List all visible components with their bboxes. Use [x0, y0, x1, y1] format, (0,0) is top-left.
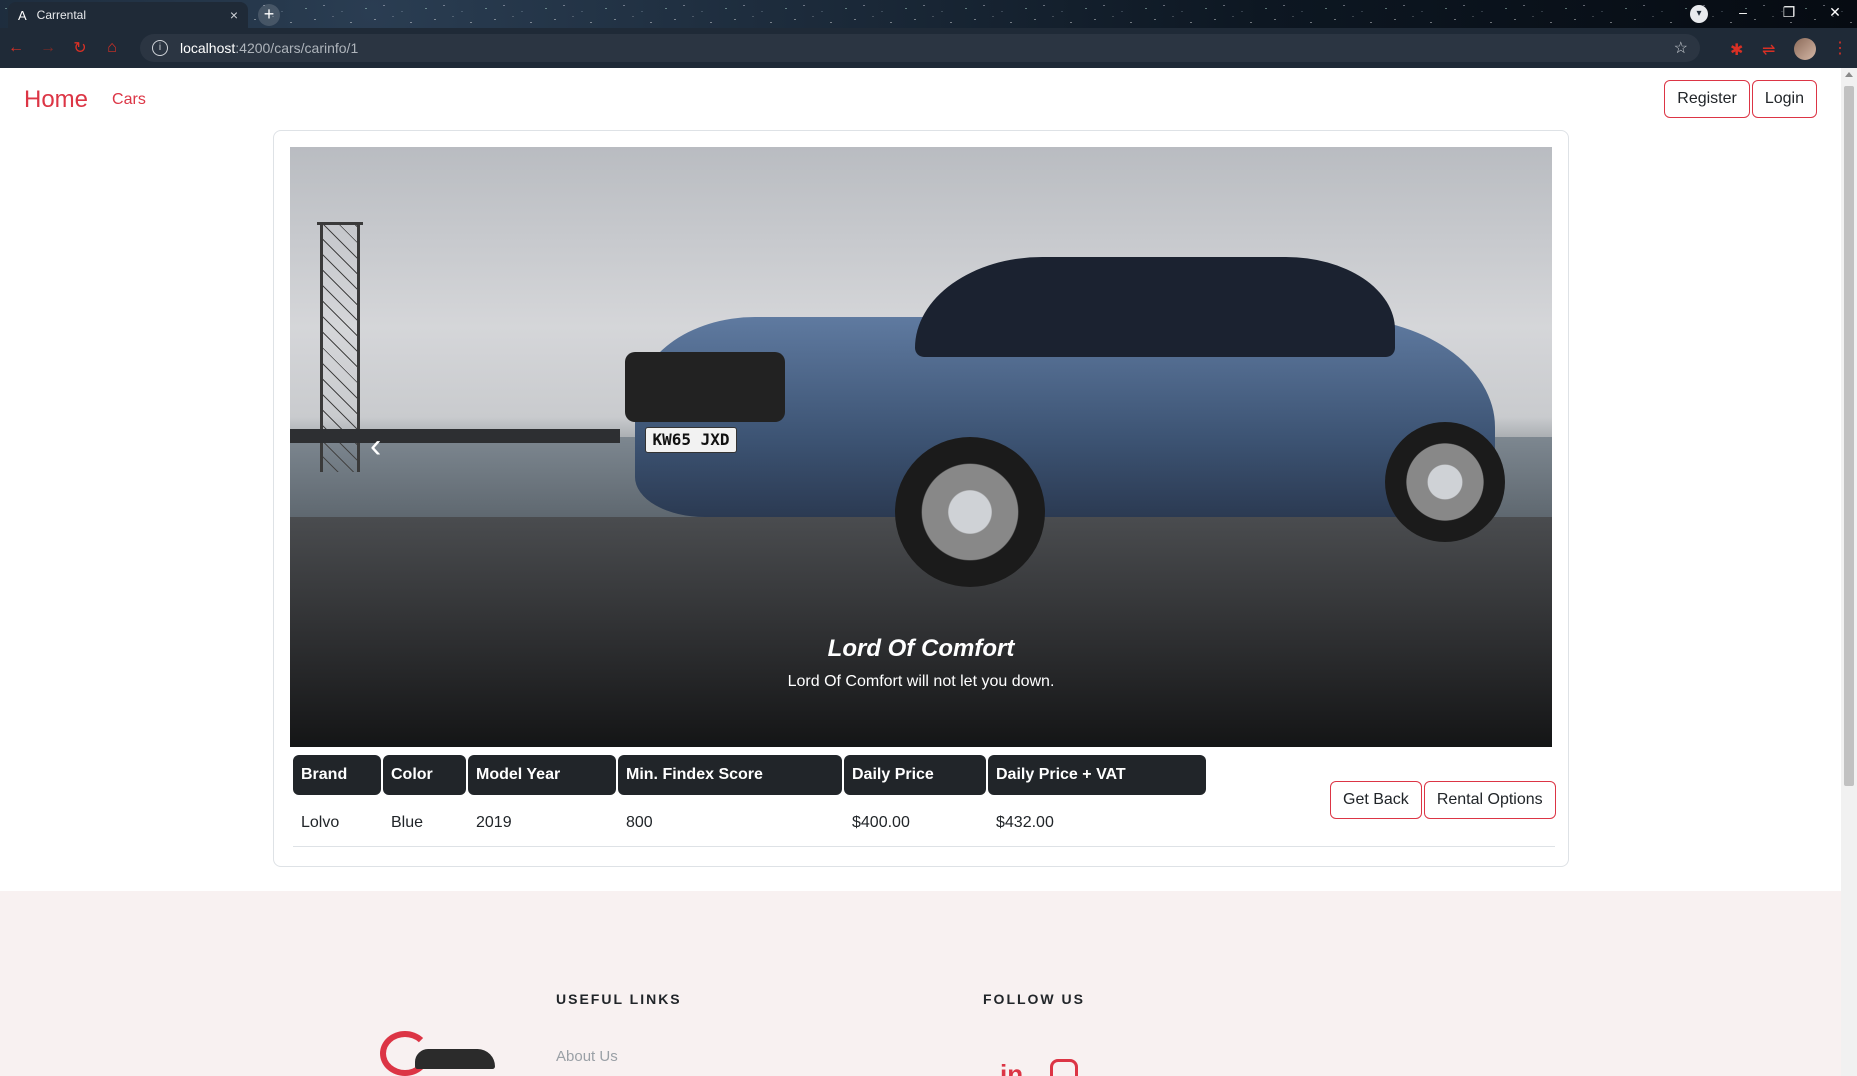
cell-daily-price-vat: $432.00	[996, 813, 1054, 831]
tab-close-icon[interactable]: ×	[230, 7, 238, 23]
home-icon[interactable]: ⌂	[96, 39, 128, 57]
header-min-findex-score: Min. Findex Score	[618, 755, 842, 795]
cell-daily-price: $400.00	[852, 813, 910, 831]
extension-translate-icon[interactable]: ⇌	[1762, 40, 1775, 60]
linkedin-icon[interactable]: in	[1000, 1059, 1023, 1076]
car-rear-wheel	[1385, 422, 1505, 542]
back-icon[interactable]: ←	[0, 39, 32, 57]
new-tab-button[interactable]: +	[258, 4, 280, 26]
page-scrollbar[interactable]	[1841, 68, 1857, 1076]
tab-title: Carrental	[36, 8, 87, 22]
browser-tab[interactable]: A Carrental ×	[8, 2, 248, 28]
profile-avatar[interactable]	[1794, 38, 1816, 60]
car-image: KW65 JXD	[615, 257, 1515, 587]
header-daily-price-vat: Daily Price + VAT	[988, 755, 1206, 795]
address-bar[interactable]: i localhost:4200/cars/carinfo/1 ☆	[140, 34, 1700, 62]
card-actions: Get Back Rental Options	[1330, 781, 1556, 819]
car-grille	[625, 352, 785, 422]
register-button[interactable]: Register	[1664, 80, 1750, 118]
caption-text: Lord Of Comfort will not let you down.	[787, 673, 1055, 690]
restore-icon[interactable]: ❐	[1766, 0, 1812, 28]
close-window-icon[interactable]: ✕	[1812, 0, 1857, 28]
app-favicon-icon: A	[18, 7, 27, 23]
url-path: :4200/cars/carinfo/1	[235, 40, 359, 56]
site-info-icon[interactable]: i	[152, 40, 168, 56]
follow-us-heading: FOLLOW US	[983, 991, 1085, 1007]
cell-min-findex-score: 800	[626, 813, 653, 831]
useful-links-heading: USEFUL LINKS	[556, 991, 682, 1007]
tab-search-icon[interactable]: ▾	[1690, 5, 1708, 23]
license-plate: KW65 JXD	[645, 427, 737, 453]
forward-icon[interactable]: →	[32, 39, 64, 57]
carousel-caption: Lord Of Comfort Lord Of Comfort will not…	[290, 635, 1552, 691]
reload-icon[interactable]: ↻	[64, 38, 96, 58]
carousel-prev-icon[interactable]: ‹	[370, 429, 381, 463]
rental-options-button[interactable]: Rental Options	[1423, 781, 1556, 819]
about-us-link[interactable]: About Us	[556, 1048, 618, 1065]
carousel-image-pier	[290, 429, 620, 443]
nav-home-link[interactable]: Home	[24, 86, 88, 114]
nav-cars-link[interactable]: Cars	[112, 91, 146, 109]
browser-toolbar: ← → ↻ ⌂ i localhost:4200/cars/carinfo/1 …	[0, 28, 1857, 68]
caption-title: Lord Of Comfort	[827, 635, 1015, 662]
extension-puzzle-icon[interactable]: ✱	[1730, 40, 1743, 60]
browser-titlebar: A Carrental × + ▾ – ❐ ✕	[0, 0, 1857, 28]
header-daily-price: Daily Price	[844, 755, 986, 795]
header-color: Color	[383, 755, 466, 795]
cell-model-year: 2019	[476, 813, 512, 831]
carrental-logo	[380, 1031, 500, 1076]
get-back-button[interactable]: Get Back	[1330, 781, 1422, 819]
login-button[interactable]: Login	[1751, 80, 1817, 118]
browser-menu-icon[interactable]: ⋮	[1832, 38, 1848, 58]
cell-color: Blue	[391, 813, 424, 831]
scrollbar-thumb[interactable]	[1844, 86, 1854, 786]
site-footer: USEFUL LINKS FOLLOW US About Us in	[0, 891, 1841, 1076]
header-model-year: Model Year	[468, 755, 616, 795]
car-front-wheel	[895, 437, 1045, 587]
instagram-icon[interactable]	[1050, 1059, 1078, 1076]
scroll-up-icon[interactable]	[1845, 72, 1853, 77]
car-roof	[915, 257, 1395, 357]
auth-buttons: Register Login	[1664, 80, 1817, 118]
page-content: Home Cars Register Login KW65 JXD ‹ Lord…	[0, 68, 1841, 1076]
minimize-icon[interactable]: –	[1720, 0, 1766, 28]
logo-car	[415, 1049, 495, 1069]
site-navbar: Home Cars Register Login	[0, 68, 1841, 132]
car-detail-card: KW65 JXD ‹ Lord Of Comfort Lord Of Comfo…	[273, 130, 1569, 867]
header-brand: Brand	[293, 755, 381, 795]
car-image-carousel: KW65 JXD ‹ Lord Of Comfort Lord Of Comfo…	[290, 147, 1552, 747]
cell-brand: Lolvo	[301, 813, 340, 831]
url-host: localhost	[180, 40, 236, 56]
bookmark-star-icon[interactable]: ☆	[1674, 38, 1688, 58]
